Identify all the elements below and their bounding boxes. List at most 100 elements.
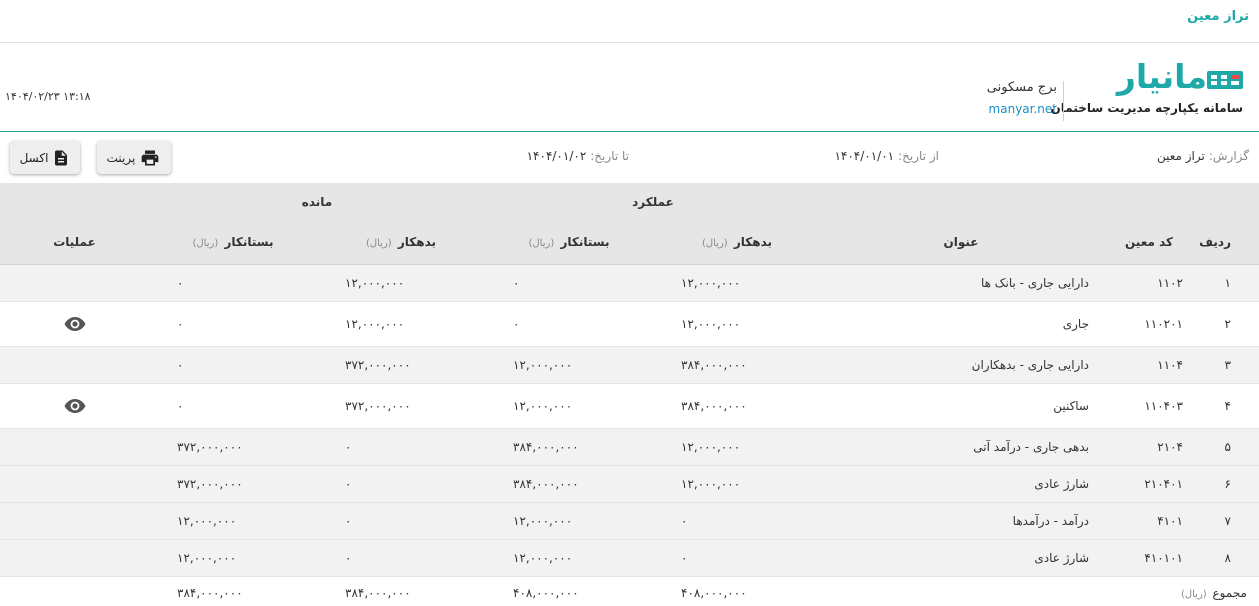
total-bal-debit: ۳۸۴,۰۰۰,۰۰۰ xyxy=(345,586,411,601)
total-actions-blank xyxy=(0,576,149,606)
row-perf-debit: ۰ xyxy=(653,539,821,577)
row-actions[interactable] xyxy=(0,383,149,429)
row-bal-debit: ۰ xyxy=(317,428,485,466)
report-label: گزارش: xyxy=(1208,149,1249,163)
report-value: تراز معین xyxy=(1156,149,1205,163)
filter-bar: گزارش:تراز معین از تاریخ:۱۴۰۴/۰۱/۰۱ تا ت… xyxy=(0,133,1259,183)
top-bar: تراز معین xyxy=(0,0,1259,43)
row-perf-credit: ۱۲,۰۰۰,۰۰۰ xyxy=(485,383,653,429)
col-header-bal-debit[interactable]: بدهکار (ریال) xyxy=(317,221,485,265)
row-idx: ۲ xyxy=(1197,301,1259,347)
row-idx: ۶ xyxy=(1197,465,1259,503)
row-perf-credit: ۱۲,۰۰۰,۰۰۰ xyxy=(485,346,653,384)
col-header-perf-debit[interactable]: بدهکار (ریال) xyxy=(653,221,821,265)
col-header-idx[interactable]: ردیف xyxy=(1197,221,1259,265)
eye-icon[interactable] xyxy=(64,316,86,331)
trial-balance-table: عملکرد مانده ردیف کد معین عنوان بدهکار (… xyxy=(0,183,1259,606)
row-code: ۴۱۰۱ xyxy=(1101,502,1197,540)
col-header-title[interactable]: عنوان xyxy=(821,221,1101,265)
total-row: مجموع (ریال) ۴۰۸,۰۰۰,۰۰۰ ۴۰۸,۰۰۰,۰۰۰ ۳۸۴… xyxy=(0,576,1259,606)
row-perf-debit: ۳۸۴,۰۰۰,۰۰۰ xyxy=(653,383,821,429)
row-perf-credit: ۳۸۴,۰۰۰,۰۰۰ xyxy=(485,428,653,466)
total-perf-credit: ۴۰۸,۰۰۰,۰۰۰ xyxy=(513,586,579,601)
col-header-code[interactable]: کد معین xyxy=(1101,221,1197,265)
print-button[interactable]: پرینت xyxy=(97,141,171,174)
row-bal-debit: ۰ xyxy=(317,502,485,540)
row-bal-credit: ۰ xyxy=(149,264,317,302)
brand-name: مانیار xyxy=(1116,57,1208,96)
row-perf-debit: ۱۲,۰۰۰,۰۰۰ xyxy=(653,428,821,466)
table-row: ۶ ۲۱۰۴۰۱ شارژ عادی ۱۲,۰۰۰,۰۰۰ ۳۸۴,۰۰۰,۰۰۰ ۰ ۳۷… xyxy=(0,465,1259,503)
row-perf-credit: ۰ xyxy=(485,264,653,302)
row-title: درآمد - درآمدها xyxy=(821,502,1101,540)
header-column-row: ردیف کد معین عنوان بدهکار (ریال) بستانکا… xyxy=(0,221,1259,265)
site-link[interactable]: manyar.net xyxy=(989,102,1057,116)
row-idx: ۷ xyxy=(1197,502,1259,540)
row-bal-credit: ۱۲,۰۰۰,۰۰۰ xyxy=(149,539,317,577)
row-bal-debit: ۳۷۲,۰۰۰,۰۰۰ xyxy=(317,346,485,384)
row-perf-credit: ۱۲,۰۰۰,۰۰۰ xyxy=(485,539,653,577)
col-header-perf-credit[interactable]: بستانکار (ریال) xyxy=(485,221,653,265)
row-code: ۲۱۰۴۰۱ xyxy=(1101,465,1197,503)
row-code: ۱۱۰۲ xyxy=(1101,264,1197,302)
to-date-value: ۱۴۰۴/۰۱/۰۲ xyxy=(526,149,587,163)
to-date: تا تاریخ:۱۴۰۴/۰۱/۰۲ xyxy=(527,149,629,163)
row-title: بدهی جاری - درآمد آتی xyxy=(821,428,1101,466)
row-title: دارایی جاری - بدهکاران xyxy=(821,346,1101,384)
row-idx: ۳ xyxy=(1197,346,1259,384)
document-icon xyxy=(55,150,68,165)
row-bal-credit: ۱۲,۰۰۰,۰۰۰ xyxy=(149,502,317,540)
header-divider xyxy=(1063,81,1064,121)
row-bal-credit: ۳۷۲,۰۰۰,۰۰۰ xyxy=(149,465,317,503)
building-logo-icon xyxy=(1207,71,1243,89)
table-row: ۲ ۱۱۰۲۰۱ جاری ۱۲,۰۰۰,۰۰۰ ۰ ۱۲,۰۰۰,۰۰۰ ۰ xyxy=(0,301,1259,347)
from-date-value: ۱۴۰۴/۰۱/۰۱ xyxy=(834,149,895,163)
header-group-balance: مانده xyxy=(149,183,485,221)
table-row: ۷ ۴۱۰۱ درآمد - درآمدها ۰ ۱۲,۰۰۰,۰۰۰ ۰ ۱۲,۰۰۰,۰… xyxy=(0,502,1259,540)
col-header-bal-credit[interactable]: بستانکار (ریال) xyxy=(149,221,317,265)
brand-tagline: سامانه یکپارچه مدیریت ساختمان xyxy=(1050,101,1243,115)
row-perf-credit: ۰ xyxy=(485,301,653,347)
table-row: ۵ ۲۱۰۴ بدهی جاری - درآمد آتی ۱۲,۰۰۰,۰۰۰ ۳۸۴,… xyxy=(0,428,1259,466)
report-name: گزارش:تراز معین xyxy=(1157,149,1249,163)
building-name: برج مسکونی xyxy=(986,80,1057,95)
table-row: ۸ ۴۱۰۱۰۱ شارژ عادی ۰ ۱۲,۰۰۰,۰۰۰ ۰ ۱۲,۰۰۰,۰۰۰ xyxy=(0,539,1259,577)
row-title: ساکنین xyxy=(821,383,1101,429)
from-date-label: از تاریخ: xyxy=(898,149,939,163)
col-header-perf-debit-label: بدهکار xyxy=(733,235,773,250)
table-row: ۳ ۱۱۰۴ دارایی جاری - بدهکاران ۳۸۴,۰۰۰,۰۰۰ ۱۲… xyxy=(0,346,1259,384)
report-datetime: ۱۴۰۴/۰۲/۲۳ ۱۳:۱۸ xyxy=(5,90,91,103)
header-group-performance: عملکرد xyxy=(485,183,821,221)
print-label: پرینت xyxy=(106,150,136,165)
row-title: دارایی جاری - بانک ها xyxy=(821,264,1101,302)
row-perf-credit: ۱۲,۰۰۰,۰۰۰ xyxy=(485,502,653,540)
total-unit: (ریال) xyxy=(1180,589,1207,601)
row-bal-debit: ۳۷۲,۰۰۰,۰۰۰ xyxy=(317,383,485,429)
total-label: مجموع xyxy=(1212,586,1247,601)
eye-icon[interactable] xyxy=(64,398,86,413)
row-bal-debit: ۱۲,۰۰۰,۰۰۰ xyxy=(317,301,485,347)
row-actions xyxy=(0,346,149,384)
row-perf-debit: ۱۲,۰۰۰,۰۰۰ xyxy=(653,465,821,503)
excel-button[interactable]: اکسل xyxy=(10,141,80,174)
row-title: شارژ عادی xyxy=(821,539,1101,577)
row-code: ۱۱۰۴ xyxy=(1101,346,1197,384)
row-perf-debit: ۰ xyxy=(653,502,821,540)
row-actions[interactable] xyxy=(0,301,149,347)
col-header-perf-credit-label: بستانکار xyxy=(560,235,610,250)
unit-label: (ریال) xyxy=(365,238,392,250)
row-perf-credit: ۳۸۴,۰۰۰,۰۰۰ xyxy=(485,465,653,503)
total-label-cell: مجموع (ریال) xyxy=(821,576,1259,606)
row-code: ۱۱۰۲۰۱ xyxy=(1101,301,1197,347)
row-code: ۴۱۰۱۰۱ xyxy=(1101,539,1197,577)
header-group-blank xyxy=(821,183,1259,221)
col-header-actions: عملیات xyxy=(0,221,149,265)
brand-logo: مانیار سامانه یکپارچه مدیریت ساختمان xyxy=(1051,57,1243,119)
row-title: شارژ عادی xyxy=(821,465,1101,503)
from-date: از تاریخ:۱۴۰۴/۰۱/۰۱ xyxy=(834,149,939,163)
to-date-label: تا تاریخ: xyxy=(590,149,629,163)
row-idx: ۴ xyxy=(1197,383,1259,429)
header-group-blank-end xyxy=(0,183,149,221)
row-perf-debit: ۱۲,۰۰۰,۰۰۰ xyxy=(653,264,821,302)
unit-label: (ریال) xyxy=(192,238,219,250)
